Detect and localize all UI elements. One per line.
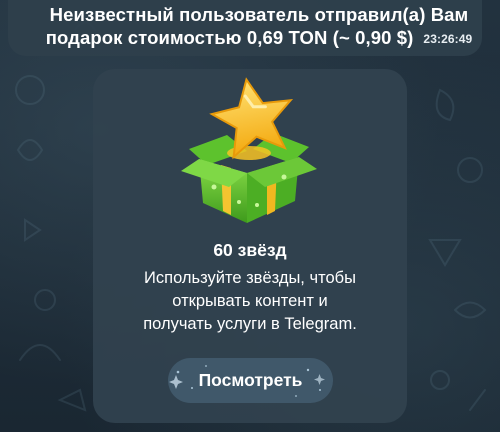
view-gift-button-label: Посмотреть xyxy=(198,370,303,390)
service-message-line-1: Неизвестный пользователь отправил(а) Вам xyxy=(49,4,469,25)
gift-description: Используйте звёзды, чтобы открывать конт… xyxy=(103,267,397,336)
service-message-line-2: подарок стоимостью 0,69 TON (~ 0,90 $) 23… xyxy=(24,26,494,51)
star-gift-box-icon xyxy=(181,77,317,223)
view-gift-button[interactable]: Посмотреть xyxy=(168,358,333,403)
service-message-line-2-text: подарок стоимостью 0,69 TON (~ 0,90 $) xyxy=(45,27,414,48)
gift-title: 60 звёзд xyxy=(213,240,287,260)
service-message-bubble: Неизвестный пользователь отправил(а) Вам… xyxy=(8,0,482,56)
service-message-text: Неизвестный пользователь отправил(а) Вам… xyxy=(24,3,494,51)
message-timestamp: 23:26:49 xyxy=(423,32,473,46)
gift-description-line-3: получать услуги в Telegram. xyxy=(143,315,357,333)
gift-description-line-2: открывать контент и xyxy=(172,292,328,310)
gift-description-line-1: Используйте звёзды, чтобы xyxy=(144,269,356,287)
gift-card[interactable]: 60 звёзд Используйте звёзды, чтобы откры… xyxy=(93,69,407,423)
